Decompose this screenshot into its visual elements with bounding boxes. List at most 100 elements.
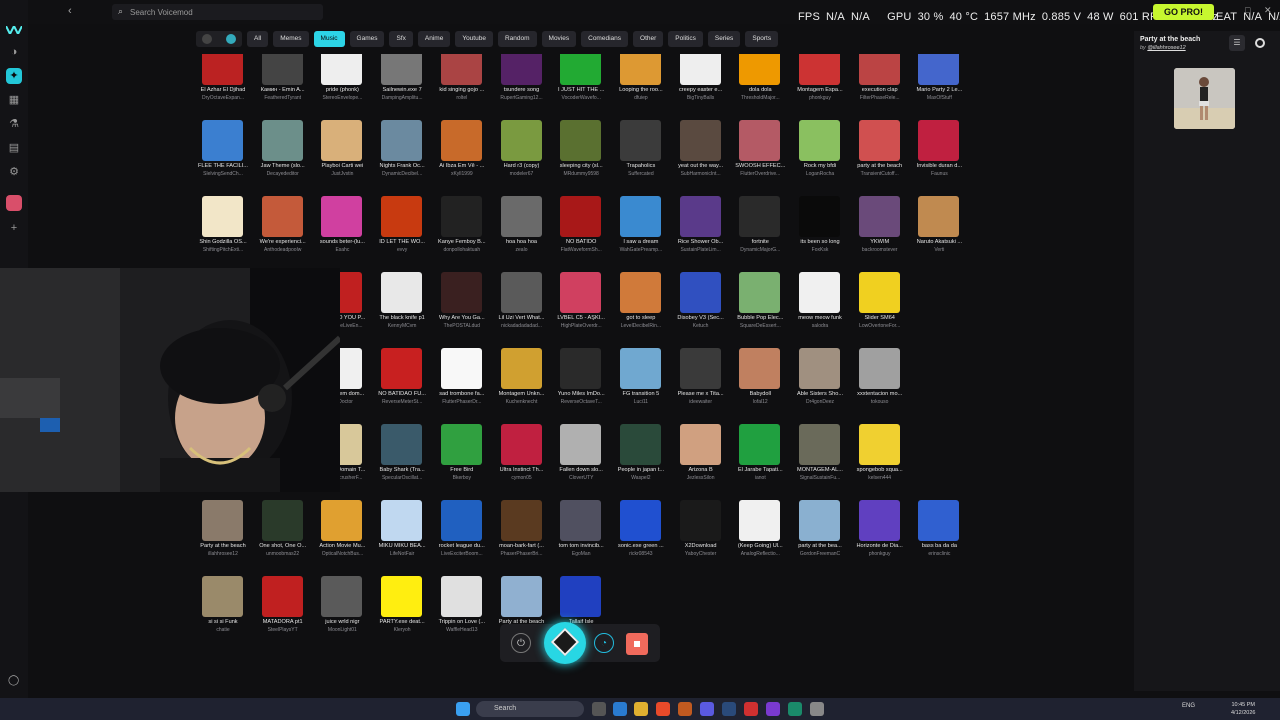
- voice-changer-nav-icon[interactable]: ◑: [6, 44, 22, 60]
- power-icon[interactable]: ⏻: [511, 633, 531, 653]
- sound-thumbnail[interactable]: [202, 196, 243, 237]
- sound-tile[interactable]: sad trombone fa... FlutterPhaserDr...: [433, 348, 491, 422]
- sound-thumbnail[interactable]: [560, 424, 602, 465]
- sound-thumbnail[interactable]: [560, 576, 602, 617]
- sound-tile[interactable]: Free Bird Bkerboy: [433, 424, 491, 498]
- sound-thumbnail[interactable]: [799, 196, 840, 237]
- sound-tile[interactable]: Playboi Carti wei JustJvstin: [313, 120, 371, 194]
- sound-tile[interactable]: NO BATIDÃO FU... ReverseMeterSt...: [373, 348, 431, 422]
- sound-tile[interactable]: Montagem Espa... phonkguy: [791, 54, 849, 118]
- sound-thumbnail[interactable]: [679, 424, 721, 465]
- soundboard-nav-icon[interactable]: ✦: [6, 68, 22, 84]
- category-tab-music[interactable]: Music: [313, 31, 345, 47]
- sound-thumbnail[interactable]: [321, 576, 363, 617]
- sound-thumbnail[interactable]: [321, 120, 363, 161]
- sound-thumbnail[interactable]: [679, 348, 721, 389]
- sound-tile[interactable]: Sailnewin.exe 7 DampingAmplitu...: [373, 54, 431, 118]
- category-tab-all[interactable]: All: [247, 31, 269, 47]
- settings-sliders-icon[interactable]: ☰: [1229, 35, 1245, 51]
- voice-changer-icon[interactable]: [544, 622, 586, 664]
- taskbar-search[interactable]: Search: [476, 701, 584, 717]
- sound-thumbnail[interactable]: [261, 196, 303, 237]
- sound-thumbnail[interactable]: [500, 196, 542, 237]
- sound-thumbnail[interactable]: [202, 500, 243, 541]
- sound-tile[interactable]: spongebob squa... kelsen444: [851, 424, 909, 498]
- sound-thumbnail[interactable]: [381, 196, 423, 237]
- sound-tile[interactable]: I saw a dream WahGatePreamp...: [612, 196, 670, 270]
- grid-view-icon[interactable]: [226, 34, 236, 44]
- sound-thumbnail[interactable]: [739, 348, 781, 389]
- settings-nav-icon[interactable]: ⚙: [6, 164, 22, 180]
- category-tab-sfx[interactable]: Sfx: [389, 31, 413, 47]
- sound-tile[interactable]: FLEE THE FACILI... SlelvingSendCh...: [194, 120, 252, 194]
- sound-tile[interactable]: Rice Shower Ob... SustainPlateLim...: [672, 196, 730, 270]
- sound-thumbnail[interactable]: [202, 54, 243, 85]
- sound-tile[interactable]: Lil Uzi Vert What... nickadadadadad...: [493, 272, 551, 346]
- edge-icon[interactable]: [613, 702, 627, 716]
- sound-thumbnail[interactable]: [500, 348, 542, 389]
- sound-thumbnail[interactable]: [381, 576, 423, 617]
- sound-tile[interactable]: El Jarabe Tapati... ianot: [731, 424, 789, 498]
- sound-thumbnail[interactable]: [619, 120, 661, 161]
- sound-thumbnail[interactable]: [560, 196, 602, 237]
- sound-tile[interactable]: Baby Shark (Tra... SpecularOscillat...: [373, 424, 431, 498]
- sound-tile[interactable]: Why Are You Ga... ThePOSTALdud: [433, 272, 491, 346]
- sound-thumbnail[interactable]: [619, 348, 661, 389]
- sound-tile[interactable]: party at the bea... GordonFreemanC: [791, 500, 849, 574]
- category-tab-other[interactable]: Other: [633, 31, 664, 47]
- sound-thumbnail[interactable]: [739, 424, 781, 465]
- sound-tile[interactable]: Ultra Instinct Th... cymon05: [493, 424, 551, 498]
- store-nav-icon[interactable]: ▤: [6, 140, 22, 156]
- category-tab-youtube[interactable]: Youtube: [455, 31, 493, 47]
- sound-tile[interactable]: tom tom invincib... EgoMan: [552, 500, 610, 574]
- sound-thumbnail[interactable]: [619, 272, 661, 313]
- category-tab-random[interactable]: Random: [497, 31, 537, 47]
- sound-thumbnail[interactable]: [739, 500, 781, 541]
- app-icon-5[interactable]: [678, 702, 692, 716]
- sound-tile[interactable]: sonic.exe green ... rickr08543: [612, 500, 670, 574]
- sound-thumbnail[interactable]: [321, 500, 363, 541]
- sound-tile[interactable]: xxxtentacion mo... tokouso: [851, 348, 909, 422]
- list-view-icon[interactable]: [202, 34, 212, 44]
- ear-icon[interactable]: ◔: [594, 633, 614, 653]
- sound-thumbnail[interactable]: [679, 196, 721, 237]
- sound-thumbnail[interactable]: [679, 120, 721, 161]
- sound-thumbnail[interactable]: [261, 120, 303, 161]
- sound-tile[interactable]: I JUST HIT THE ... VocoderWavefo...: [552, 54, 610, 118]
- add-icon[interactable]: +: [6, 220, 22, 236]
- sound-tile[interactable]: Disobey V3 (Sec... Ketuch: [672, 272, 730, 346]
- sound-thumbnail[interactable]: [619, 196, 661, 237]
- sound-thumbnail[interactable]: [619, 424, 661, 465]
- lab-nav-icon[interactable]: ⚗: [6, 116, 22, 132]
- sound-thumbnail[interactable]: [799, 272, 840, 313]
- sound-tile[interactable]: rocket league du... LiveExciterBoom...: [433, 500, 491, 574]
- sound-thumbnail[interactable]: [858, 348, 900, 389]
- steam-icon[interactable]: [722, 702, 736, 716]
- sound-thumbnail[interactable]: [799, 120, 840, 161]
- sound-thumbnail[interactable]: [321, 196, 363, 237]
- maximize-icon[interactable]: □: [1245, 5, 1250, 15]
- sound-tile[interactable]: got to sleep LevelDecibelRin...: [612, 272, 670, 346]
- sound-tile[interactable]: party at the beach TransientCutoff...: [851, 120, 909, 194]
- sound-tile[interactable]: dola dola ThresholdMajor...: [731, 54, 789, 118]
- discord-icon[interactable]: [700, 702, 714, 716]
- app-icon-9[interactable]: [766, 702, 780, 716]
- sound-thumbnail[interactable]: [261, 576, 303, 617]
- category-tab-movies[interactable]: Movies: [541, 31, 577, 47]
- sound-tile[interactable]: Invisible duran d... Faunus: [910, 120, 968, 194]
- sound-thumbnail[interactable]: [202, 120, 243, 161]
- search-input[interactable]: [130, 6, 310, 18]
- sound-thumbnail[interactable]: [858, 196, 900, 237]
- sound-thumbnail[interactable]: [858, 500, 900, 541]
- user-icon[interactable]: ◯: [8, 675, 20, 687]
- sound-thumbnail[interactable]: [560, 500, 602, 541]
- author-link[interactable]: @illahhrosee12: [1147, 45, 1185, 51]
- sound-thumbnail[interactable]: [918, 120, 960, 161]
- sound-thumbnail[interactable]: [381, 424, 423, 465]
- sound-tile[interactable]: SWOOSH EFFEC... FlutterOverdrive...: [731, 120, 789, 194]
- sound-thumbnail[interactable]: [381, 120, 423, 161]
- view-toggle[interactable]: [196, 31, 242, 47]
- sound-thumbnail[interactable]: [739, 120, 781, 161]
- sound-thumbnail[interactable]: [739, 196, 781, 237]
- sound-tile[interactable]: Action Movie Mu... OpticalNotchBus...: [313, 500, 371, 574]
